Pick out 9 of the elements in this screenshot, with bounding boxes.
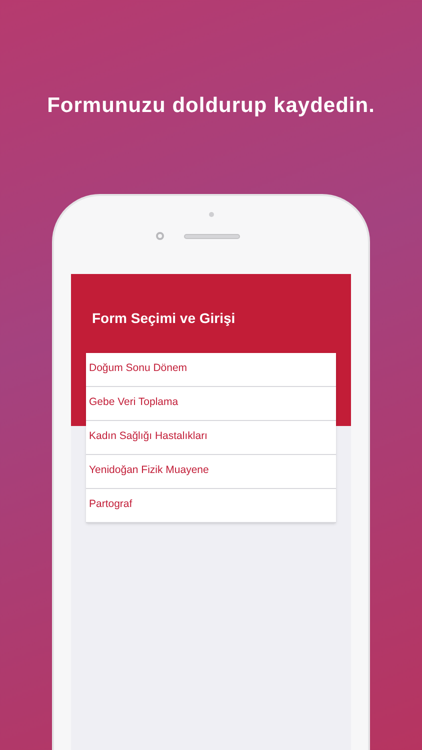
form-list-item[interactable]: Yenidoğan Fizik Muayene [86, 454, 336, 488]
form-list-item[interactable]: Doğum Sonu Dönem [86, 352, 336, 386]
speaker-grille [184, 234, 240, 238]
front-camera-icon [156, 232, 164, 240]
form-list-item[interactable]: Gebe Veri Toplama [86, 386, 336, 420]
form-list-item[interactable]: Kadın Sağlığı Hastalıkları [86, 420, 336, 454]
headline: Formunuzu doldurup kaydedin. [47, 93, 375, 119]
form-list-item[interactable]: Partograf [86, 488, 336, 522]
screen-title: Form Seçimi ve Girişi [92, 308, 236, 328]
